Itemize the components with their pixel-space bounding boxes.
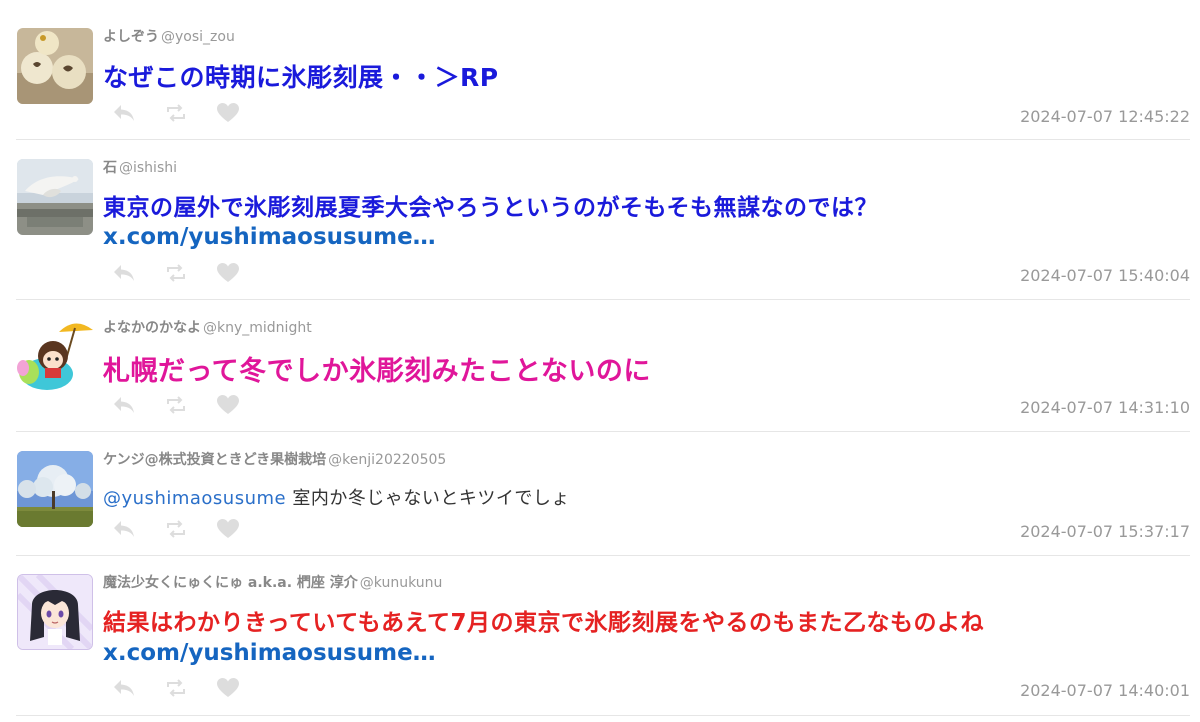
- avatar[interactable]: [17, 318, 93, 394]
- divider: [16, 715, 1190, 716]
- tweet-text: 東京の屋外で氷彫刻展夏季大会やろうというのがそもそも無謀なのでは？: [103, 195, 879, 221]
- user-name[interactable]: よしぞう: [103, 29, 159, 45]
- user-name[interactable]: よなかのかなよ: [103, 320, 201, 336]
- tweet-text-content: 室内か冬じゃないとキツイでしょ: [286, 488, 570, 509]
- reply-icon[interactable]: [112, 102, 136, 124]
- reply-icon[interactable]: [112, 518, 136, 540]
- tweet-text: 結果はわかりきっていてもあえて7月の東京で氷彫刻展をやるのもまた乙なものよね: [103, 610, 984, 636]
- tweet-header: 石 @ishishi: [103, 157, 177, 177]
- tweet-header: よしぞう @yosi_zou: [103, 26, 235, 46]
- tweet-link[interactable]: x.com/yushimaosusume…: [103, 224, 436, 250]
- retweet-icon[interactable]: [164, 394, 188, 416]
- heart-icon[interactable]: [216, 262, 240, 284]
- avatar[interactable]: [17, 574, 93, 650]
- retweet-icon[interactable]: [164, 102, 188, 124]
- timestamp[interactable]: 2024-07-07 15:37:17: [1020, 522, 1190, 541]
- avatar[interactable]: [17, 451, 93, 527]
- tweet-text: @yushimaosusume 室内か冬じゃないとキツイでしょ: [103, 484, 570, 510]
- avatar[interactable]: [17, 159, 93, 235]
- timestamp[interactable]: 2024-07-07 14:31:10: [1020, 398, 1190, 417]
- tweet-item: よしぞう @yosi_zou なぜこの時期に氷彫刻展・・＞RP 2024-07-0…: [0, 0, 1190, 140]
- tweet-text: 札幌だって冬でしか氷彫刻みたことないのに: [103, 356, 651, 387]
- tweet-link[interactable]: x.com/yushimaosusume…: [103, 640, 436, 666]
- tweet-header: ケンジ@株式投資ときどき果樹栽培 @kenji20220505: [103, 449, 446, 469]
- tweet-item: 石 @ishishi 東京の屋外で氷彫刻展夏季大会やろうというのがそもそも無謀なの…: [0, 140, 1190, 300]
- tweet-item: ケンジ@株式投資ときどき果樹栽培 @kenji20220505 @yushimao…: [0, 432, 1190, 556]
- retweet-icon[interactable]: [164, 518, 188, 540]
- tweet-text: なぜこの時期に氷彫刻展・・＞RP: [103, 63, 499, 92]
- timestamp[interactable]: 2024-07-07 15:40:04: [1020, 266, 1190, 285]
- heart-icon[interactable]: [216, 677, 240, 699]
- user-handle[interactable]: @ishishi: [119, 160, 177, 176]
- user-name[interactable]: 魔法少女くにゅくにゅ a.k.a. 椚座 淳介: [103, 575, 358, 591]
- retweet-icon[interactable]: [164, 262, 188, 284]
- heart-icon[interactable]: [216, 102, 240, 124]
- tweet-item: よなかのかなよ @kny_midnight 札幌だって冬でしか氷彫刻みたことないの…: [0, 300, 1190, 432]
- user-handle[interactable]: @kny_midnight: [203, 320, 312, 336]
- avatar[interactable]: [17, 28, 93, 104]
- heart-icon[interactable]: [216, 518, 240, 540]
- timestamp[interactable]: 2024-07-07 14:40:01: [1020, 681, 1190, 700]
- heart-icon[interactable]: [216, 394, 240, 416]
- tweet-header: よなかのかなよ @kny_midnight: [103, 317, 312, 337]
- user-handle[interactable]: @yosi_zou: [161, 29, 235, 45]
- reply-icon[interactable]: [112, 394, 136, 416]
- timestamp[interactable]: 2024-07-07 12:45:22: [1020, 107, 1190, 126]
- tweet-header: 魔法少女くにゅくにゅ a.k.a. 椚座 淳介 @kunukunu: [103, 572, 442, 592]
- reply-icon[interactable]: [112, 262, 136, 284]
- user-handle[interactable]: @kunukunu: [360, 575, 443, 591]
- tweet-item: 魔法少女くにゅくにゅ a.k.a. 椚座 淳介 @kunukunu 結果はわかりき…: [0, 556, 1190, 716]
- mention-link[interactable]: @yushimaosusume: [103, 488, 286, 509]
- user-name[interactable]: 石: [103, 160, 117, 176]
- user-name[interactable]: ケンジ@株式投資ときどき果樹栽培: [103, 452, 326, 468]
- user-handle[interactable]: @kenji20220505: [328, 452, 446, 468]
- reply-icon[interactable]: [112, 677, 136, 699]
- retweet-icon[interactable]: [164, 677, 188, 699]
